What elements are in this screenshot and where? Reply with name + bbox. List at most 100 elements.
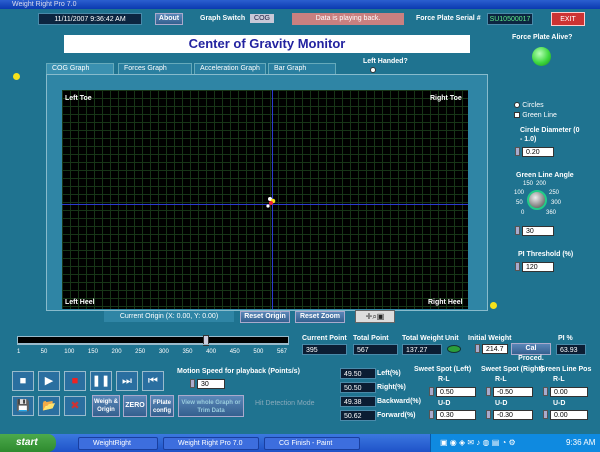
unit-toggle-icon[interactable] xyxy=(447,345,461,353)
stop-icon[interactable]: ■ xyxy=(64,371,86,391)
initial-weight-label: Initial Weight xyxy=(468,335,512,342)
spinner-arrows-icon[interactable] xyxy=(515,262,520,271)
slider-tick-label: 350 xyxy=(182,349,193,355)
knob-dial-icon xyxy=(527,190,547,210)
indicator-led-icon xyxy=(490,302,497,309)
total-weight-label: Total Weight xyxy=(402,335,444,342)
radio-circles-label: Circles xyxy=(522,102,544,109)
sweet-spot-right-rl-input[interactable]: -0.50 xyxy=(493,387,533,397)
tab-bar-graph[interactable]: Bar Graph xyxy=(268,63,336,74)
zero-button[interactable]: ZERO xyxy=(123,395,147,417)
motion-speed-input[interactable]: 30 xyxy=(197,379,225,389)
delete-icon[interactable]: ✖ xyxy=(64,396,86,416)
angle-knob[interactable]: 150 200 100 250 50 300 0 360 xyxy=(513,180,575,220)
current-point-label: Current Point xyxy=(302,335,347,342)
left-percent-value: 49.50 xyxy=(340,368,376,379)
fplate-config-button[interactable]: FPlate config xyxy=(150,395,174,417)
left-handed-radio[interactable] xyxy=(370,67,376,73)
pi-percent-label: PI % xyxy=(558,335,573,342)
corner-label-right-heel: Right Heel xyxy=(428,299,463,306)
sweet-spot-left-rl-input[interactable]: 0.50 xyxy=(436,387,476,397)
right-percent-label: Right(%) xyxy=(377,384,406,391)
green-line-pos-title: Green Line Pos xyxy=(540,366,592,373)
corner-label-left-toe: Left Toe xyxy=(65,95,92,102)
slider-tick-label: 200 xyxy=(111,349,122,355)
tab-forces-graph[interactable]: Forces Graph xyxy=(118,63,192,74)
knob-tick: 0 xyxy=(521,210,525,216)
total-point-value: 567 xyxy=(353,344,398,355)
page-title: Center of Gravity Monitor xyxy=(64,35,470,53)
record-icon[interactable]: ■ xyxy=(12,371,34,391)
taskbar-item[interactable]: Weight Right Pro 7.0 xyxy=(163,437,259,450)
cog-point xyxy=(269,201,273,205)
knob-tick: 250 xyxy=(549,190,560,196)
alive-led-icon xyxy=(532,47,551,66)
rewind-icon[interactable]: ⏮ xyxy=(142,371,164,391)
green-line-pos-rl-input[interactable]: 0.00 xyxy=(550,387,588,397)
spinner-arrows-icon[interactable] xyxy=(486,410,491,419)
indicator-led-icon xyxy=(13,73,20,80)
checkbox-green-line[interactable]: Green Line xyxy=(514,110,557,119)
backward-percent-label: Backward(%) xyxy=(377,398,421,405)
slider-tick-label: 300 xyxy=(158,349,169,355)
play-icon[interactable]: ▶ xyxy=(38,371,60,391)
circle-diameter-label: Circle Diameter (0 - 1.0) xyxy=(520,127,580,143)
zoom-tools-icon[interactable]: ✛⌕▣ xyxy=(355,310,395,323)
slider-tick-label: 500 xyxy=(253,349,264,355)
slider-tick-label: 1 xyxy=(17,349,21,355)
radio-circles[interactable]: Circles xyxy=(514,100,544,109)
knob-tick: 100 xyxy=(514,190,525,196)
tab-acceleration-graph[interactable]: Acceleration Graph xyxy=(194,63,266,74)
about-button[interactable]: About xyxy=(155,13,183,25)
checkbox-icon xyxy=(514,111,520,118)
sweet-spot-right-title: Sweet Spot (Right) xyxy=(481,366,544,373)
angle-input[interactable]: 30 xyxy=(522,226,554,236)
fast-forward-icon[interactable]: ⏭ xyxy=(116,371,138,391)
circle-diameter-input[interactable]: 0.20 xyxy=(522,147,554,157)
spinner-arrows-icon[interactable] xyxy=(515,147,520,156)
tab-cog-graph[interactable]: COG Graph xyxy=(46,63,114,74)
slider-tick-label: 50 xyxy=(40,349,48,355)
cal-proced-button[interactable]: Cal Proced. xyxy=(511,343,551,362)
graph-switch-label: Graph Switch xyxy=(200,15,246,22)
window-title: Weight Right Pro 7.0 xyxy=(12,1,77,8)
initial-weight-input[interactable]: 214.7 xyxy=(482,344,508,354)
save-icon[interactable]: 💾 xyxy=(12,396,34,416)
serial-label: Force Plate Serial # xyxy=(416,15,481,22)
pause-icon[interactable]: ❚❚ xyxy=(90,371,112,391)
total-weight-value: 137.27 xyxy=(402,344,442,355)
start-button[interactable]: start xyxy=(0,434,56,452)
view-whole-graph-button[interactable]: View whole Graph or Trim Data xyxy=(178,395,244,417)
sweet-spot-left-title: Sweet Spot (Left) xyxy=(414,366,472,373)
knob-tick: 150 xyxy=(523,181,534,187)
sweet-spot-left-ud-input[interactable]: 0.30 xyxy=(436,410,476,420)
backward-percent-value: 49.38 xyxy=(340,396,376,407)
spinner-arrows-icon[interactable] xyxy=(543,410,548,419)
tray-icons[interactable]: ▣ ◉ ◈ ✉ ♪ ◍ ▤ ◔ ⚙ xyxy=(440,438,516,447)
spinner-arrows-icon[interactable] xyxy=(543,387,548,396)
spinner-arrows-icon[interactable] xyxy=(190,379,195,388)
sweet-spot-right-ud-input[interactable]: -0.30 xyxy=(493,410,533,420)
origin-text: Current Origin (X: 0.00, Y: 0.00) xyxy=(104,311,234,322)
slider-tick-label: 567 xyxy=(277,349,288,355)
open-folder-icon[interactable]: 📂 xyxy=(38,396,60,416)
datetime-display: 11/11/2007 9:36:42 AM xyxy=(38,13,142,25)
reset-origin-button[interactable]: Reset Origin xyxy=(240,311,290,323)
playback-slider[interactable] xyxy=(17,335,289,346)
taskbar-item[interactable]: WeightRight xyxy=(78,437,158,450)
spinner-arrows-icon[interactable] xyxy=(429,410,434,419)
corner-label-left-heel: Left Heel xyxy=(65,299,95,306)
spinner-arrows-icon[interactable] xyxy=(486,387,491,396)
taskbar-item[interactable]: CG Finish - Paint xyxy=(264,437,360,450)
reset-zoom-button[interactable]: Reset Zoom xyxy=(295,311,345,323)
green-line-pos-ud-input[interactable]: 0.00 xyxy=(550,410,588,420)
alive-label: Force Plate Alive? xyxy=(512,34,573,41)
pi-threshold-input[interactable]: 120 xyxy=(522,262,554,272)
exit-button[interactable]: EXIT xyxy=(551,12,585,26)
spinner-arrows-icon[interactable] xyxy=(515,226,520,235)
graph-switch-toggle[interactable]: COG xyxy=(250,14,274,23)
spinner-arrows-icon[interactable] xyxy=(475,344,480,353)
left-percent-label: Left(%) xyxy=(377,370,401,377)
weigh-origin-button[interactable]: Weigh & Origin xyxy=(92,395,120,417)
spinner-arrows-icon[interactable] xyxy=(429,387,434,396)
